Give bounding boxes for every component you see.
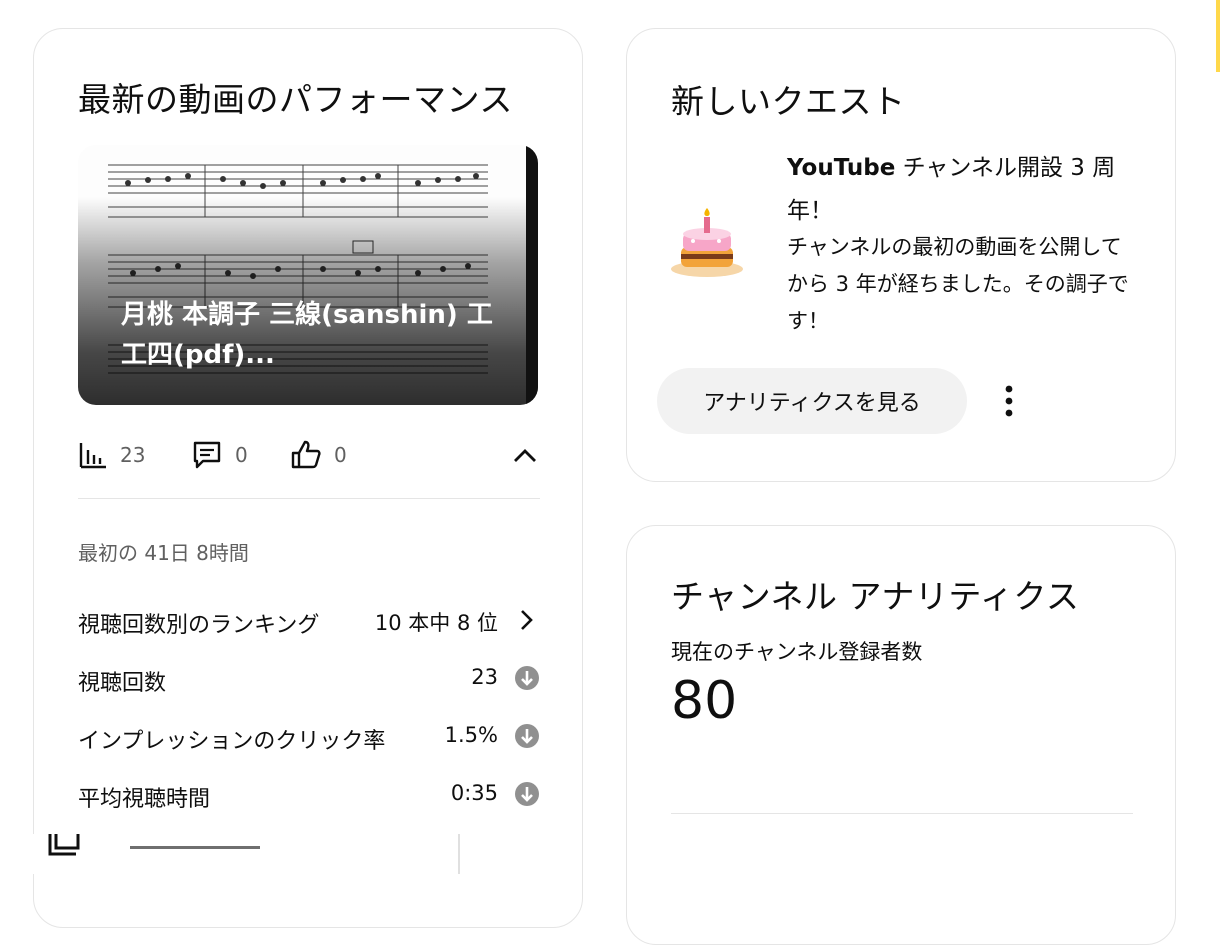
- comments-stat: 0: [191, 437, 248, 473]
- metric-views: 視聴回数 23: [78, 661, 540, 696]
- views-count: 23: [120, 443, 146, 467]
- arrow-down-circle-icon: [515, 782, 539, 806]
- metric-value: 10 本中 8 位: [374, 611, 498, 635]
- subscribers-label: 現在のチャンネル登録者数: [671, 640, 923, 664]
- video-title: 月桃 本調子 三線(sanshin) 工工四(pdf)...: [121, 300, 493, 370]
- thumbs-up-icon: [291, 440, 321, 469]
- menu-label-fragment: [130, 834, 260, 849]
- menu-divider: [458, 834, 460, 874]
- view-analytics-button[interactable]: アナリティクスを見る: [657, 368, 967, 434]
- chevron-up-icon[interactable]: [510, 441, 540, 471]
- bar-chart-icon: [79, 443, 106, 469]
- likes-count: 0: [334, 443, 347, 467]
- chevron-right-icon[interactable]: [514, 607, 540, 633]
- metric-value: 1.5%: [444, 723, 498, 747]
- arrow-down-circle-icon: [515, 724, 539, 748]
- channel-analytics-card: チャンネル アナリティクス 現在のチャンネル登録者数 80: [626, 525, 1176, 945]
- video-stats-row: 23 0 0: [78, 437, 540, 473]
- video-thumbnail[interactable]: 月桃 本調子 三線(sanshin) 工工四(pdf)...: [78, 145, 538, 405]
- content-icon: [48, 834, 80, 856]
- comment-icon: [193, 441, 221, 469]
- quest-title: YouTube チャンネル開設 3 周年！: [787, 147, 1137, 233]
- card-title: チャンネル アナリティクス: [671, 577, 1080, 616]
- card-title: 最新の動画のパフォーマンス: [78, 80, 513, 119]
- metric-label: 平均視聴時間: [78, 787, 211, 812]
- quest-title-brand: YouTube: [787, 155, 896, 181]
- metric-value: 23: [471, 665, 498, 689]
- arrow-down-circle-icon: [515, 666, 539, 690]
- latest-video-performance-card: 最新の動画のパフォーマンス 月桃 本調子 三線(sanshin) 工工四(pdf…: [33, 28, 583, 928]
- new-quest-card: 新しいクエスト YouTube チャンネル開設 3 周年！ チャンネルの最初の動…: [626, 28, 1176, 482]
- views-stat: 23: [78, 437, 145, 473]
- subscribers-count: 80: [671, 671, 738, 731]
- metric-avg-view-duration: 平均視聴時間 0:35: [78, 777, 540, 812]
- metric-ranking[interactable]: 視聴回数別のランキング 10 本中 8 位: [78, 603, 540, 638]
- quest-description: チャンネルの最初の動画を公開してから 3 年が経ちました。その調子です！: [787, 235, 1129, 333]
- time-period-label: 最初の 41日 8時間: [78, 541, 249, 565]
- divider: [671, 813, 1133, 814]
- comments-count: 0: [235, 443, 248, 467]
- birthday-cake-icon: [671, 208, 743, 277]
- metric-value: 0:35: [450, 781, 498, 805]
- more-options-icon[interactable]: [997, 383, 1021, 419]
- edge-accent: [1216, 0, 1220, 72]
- metric-label: 視聴回数別のランキング: [78, 613, 320, 638]
- thumbnail-edge: [526, 145, 538, 405]
- metric-label: 視聴回数: [78, 671, 167, 696]
- divider: [78, 498, 540, 499]
- card-title: 新しいクエスト: [671, 82, 906, 121]
- metric-label: インプレッションのクリック率: [78, 729, 386, 754]
- likes-stat: 0: [290, 437, 347, 473]
- metric-ctr: インプレッションのクリック率 1.5%: [78, 719, 540, 754]
- bottom-menu-strip: [0, 834, 460, 874]
